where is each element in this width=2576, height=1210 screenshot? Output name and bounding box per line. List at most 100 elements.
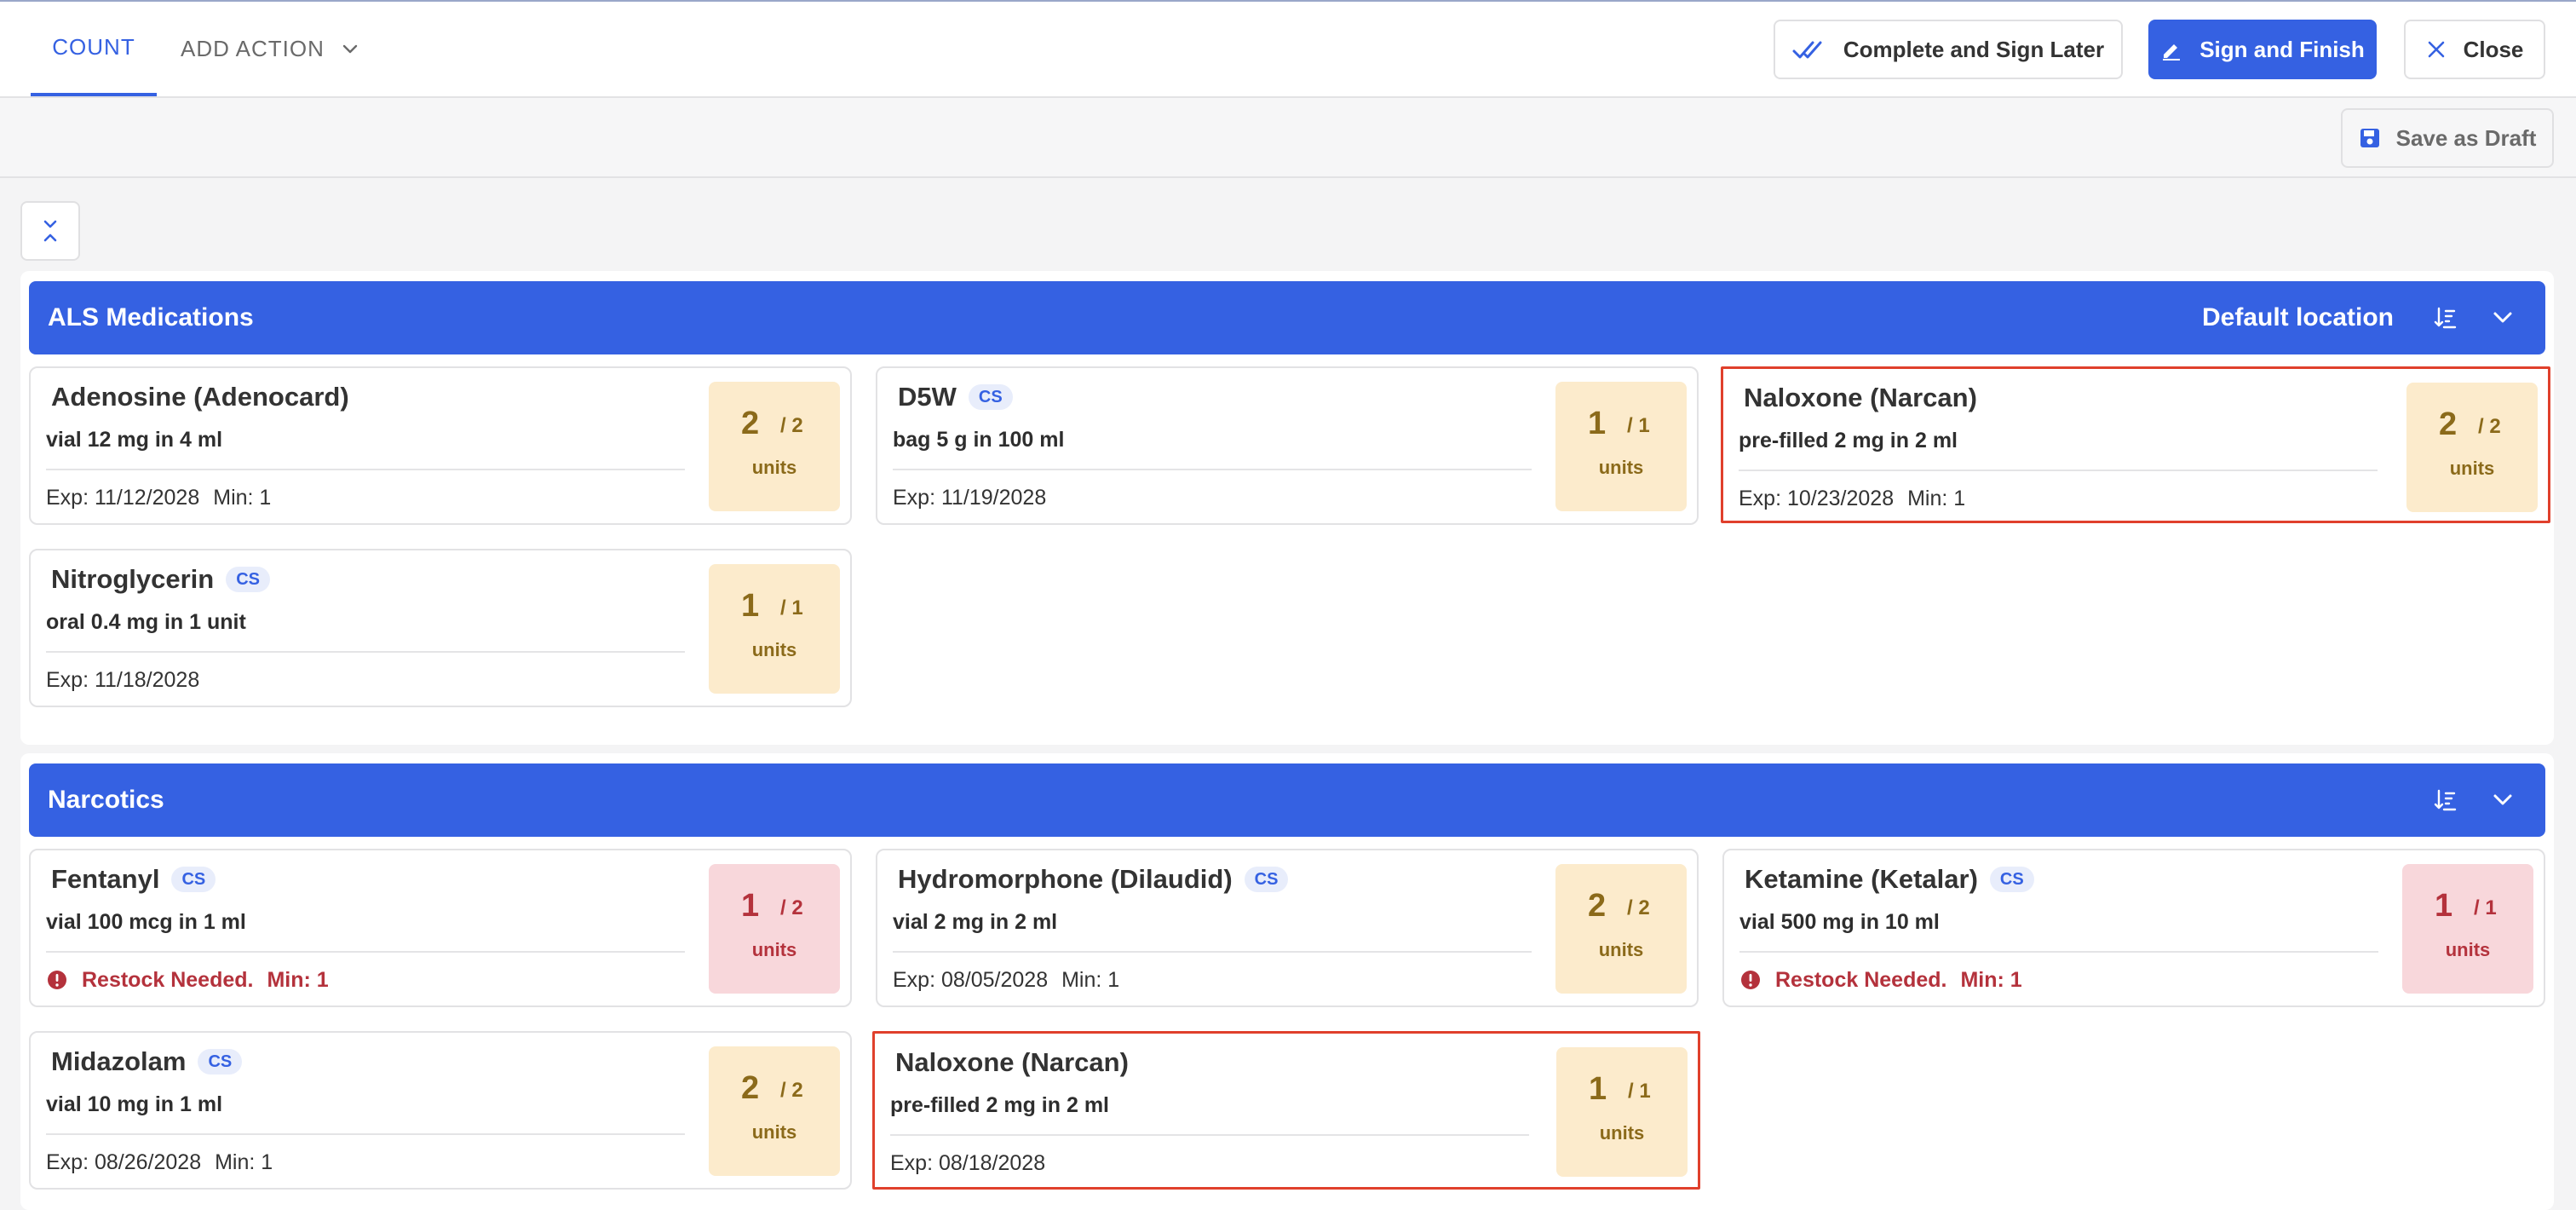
card-divider	[46, 651, 685, 653]
quantity-total: / 1	[1628, 1080, 1651, 1103]
expiration-date: Exp: 08/18/2028	[890, 1150, 1046, 1175]
quantity-total: / 1	[2474, 896, 2497, 919]
section-header-narcotics[interactable]: Narcotics	[29, 763, 2545, 837]
section-title: ALS Medications	[48, 303, 254, 331]
quantity-count: 2	[1588, 888, 1607, 924]
quantity-count: 1	[741, 888, 760, 924]
sort-icon[interactable]	[2431, 786, 2458, 814]
quantity-counter[interactable]: 2 / 2 units	[709, 1046, 840, 1176]
section-title: Narcotics	[48, 786, 164, 814]
quantity-total: / 1	[1627, 414, 1650, 437]
controlled-substance-badge: CS	[171, 867, 216, 892]
collapse-chevrons-icon	[43, 220, 57, 242]
section-location[interactable]: Default location	[2202, 281, 2394, 354]
medication-card[interactable]: Fentanyl CS vial 100 mcg in 1 ml Restock Ne…	[29, 849, 852, 1007]
quantity-count: 1	[1588, 406, 1607, 441]
quantity-unit: units	[751, 939, 797, 960]
medication-card[interactable]: Hydromorphone (Dilaudid) CS vial 2 mg in 2…	[876, 849, 1699, 1007]
controlled-substance-badge: CS	[226, 567, 271, 592]
card-divider	[1739, 951, 2378, 953]
min-quantity: Min: 1	[213, 485, 272, 510]
quantity-counter[interactable]: 1 / 2 units	[709, 864, 840, 994]
tab-count[interactable]: COUNT	[31, 2, 157, 96]
expiration-info: Exp: 11/12/2028 Min: 1	[46, 482, 271, 513]
expiration-info: Exp: 10/23/2028 Min: 1	[1739, 483, 1965, 514]
medication-description: pre-filled 2 mg in 2 ml	[890, 1093, 1109, 1117]
quantity-count: 2	[741, 1070, 760, 1106]
expiration-date: Exp: 08/05/2028	[893, 967, 1049, 992]
medication-name: Naloxone (Narcan)	[895, 1046, 1129, 1080]
quantity-total: / 2	[780, 1079, 803, 1102]
sign-and-finish-label: Sign and Finish	[2199, 36, 2365, 62]
quantity-unit: units	[2449, 458, 2495, 479]
quantity-counter[interactable]: 1 / 1 units	[2402, 864, 2533, 994]
expiration-info: Exp: 11/18/2028	[46, 665, 199, 695]
sort-icon[interactable]	[2431, 304, 2458, 331]
quantity-unit: units	[1598, 939, 1644, 960]
collapse-all-button[interactable]	[20, 201, 80, 261]
restock-text: Restock Needed.	[1775, 967, 1947, 992]
restock-warning: Restock Needed. Min: 1	[46, 965, 329, 995]
card-divider	[46, 951, 685, 953]
expiration-info: Exp: 08/26/2028 Min: 1	[46, 1147, 273, 1178]
quantity-total: / 2	[2478, 415, 2501, 438]
chevron-down-icon[interactable]	[2489, 786, 2516, 814]
tab-count-label: COUNT	[52, 34, 135, 60]
card-divider	[893, 469, 1532, 470]
chevron-down-icon[interactable]	[2489, 304, 2516, 331]
save-as-draft-button[interactable]: Save as Draft	[2341, 108, 2554, 168]
save-as-draft-label: Save as Draft	[2395, 124, 2537, 151]
medication-name-text: Ketamine (Ketalar)	[1745, 864, 1978, 894]
min-quantity: Min: 1	[267, 967, 329, 992]
quantity-counter[interactable]: 1 / 1 units	[709, 564, 840, 694]
sign-and-finish-button[interactable]: Sign and Finish	[2148, 20, 2377, 79]
medication-card[interactable]: Adenosine (Adenocard) vial 12 mg in 4 ml E…	[29, 366, 852, 525]
medication-description: oral 0.4 mg in 1 unit	[46, 610, 246, 634]
medication-description: vial 500 mg in 10 ml	[1739, 910, 1940, 934]
medication-card[interactable]: Naloxone (Narcan) pre-filled 2 mg in 2 ml…	[1721, 366, 2550, 523]
close-label: Close	[2463, 36, 2524, 62]
quantity-count: 1	[1589, 1071, 1607, 1107]
expiration-info: Exp: 11/19/2028	[893, 482, 1046, 513]
complete-and-sign-later-button[interactable]: Complete and Sign Later	[1774, 20, 2123, 79]
quantity-unit: units	[1599, 1122, 1645, 1144]
chevron-down-icon	[342, 44, 358, 53]
quantity-counter[interactable]: 2 / 2 units	[709, 382, 840, 511]
expiration-date: Exp: 10/23/2028	[1739, 486, 1895, 510]
medication-name-text: Hydromorphone (Dilaudid)	[898, 864, 1233, 894]
quantity-counter[interactable]: 1 / 1 units	[1555, 382, 1687, 511]
medication-card[interactable]: Nitroglycerin CS oral 0.4 mg in 1 unit Exp:…	[29, 549, 852, 707]
medication-description: vial 2 mg in 2 ml	[893, 910, 1058, 934]
top-toolbar: COUNT ADD ACTION Complete and Sign Later…	[0, 2, 2576, 98]
expiration-info: Exp: 08/05/2028 Min: 1	[893, 965, 1119, 995]
expiration-date: Exp: 11/19/2028	[893, 485, 1047, 510]
floppy-disk-icon	[2360, 129, 2379, 147]
card-divider	[1739, 470, 2378, 471]
min-quantity: Min: 1	[1907, 486, 1966, 510]
medication-card[interactable]: Midazolam CS vial 10 mg in 1 ml Exp: 08/26/…	[29, 1031, 852, 1190]
medication-card[interactable]: Ketamine (Ketalar) CS vial 500 mg in 10 ml…	[1722, 849, 2545, 1007]
quantity-total: / 2	[780, 414, 803, 437]
alert-circle-icon	[48, 971, 66, 989]
tab-add-action-label: ADD ACTION	[181, 36, 325, 61]
quantity-total: / 1	[780, 596, 803, 619]
card-divider	[46, 469, 685, 470]
medication-name-text: Naloxone (Narcan)	[1744, 383, 1977, 412]
medication-description: bag 5 g in 100 ml	[893, 428, 1065, 452]
section-header-als[interactable]: ALS Medications Default location	[29, 281, 2545, 354]
quantity-counter[interactable]: 2 / 2 units	[1555, 864, 1687, 994]
quantity-total: / 2	[780, 896, 803, 919]
medication-name: Nitroglycerin CS	[51, 562, 271, 596]
card-divider	[46, 1133, 685, 1135]
complete-and-sign-later-label: Complete and Sign Later	[1843, 36, 2105, 62]
close-button[interactable]: Close	[2404, 20, 2545, 79]
tab-add-action[interactable]: ADD ACTION	[181, 2, 360, 96]
medication-name: Ketamine (Ketalar) CS	[1745, 862, 2034, 896]
quantity-counter[interactable]: 1 / 1 units	[1556, 1047, 1688, 1177]
quantity-unit: units	[2445, 939, 2491, 960]
quantity-unit: units	[751, 1121, 797, 1143]
quantity-unit: units	[751, 639, 797, 660]
medication-card[interactable]: Naloxone (Narcan) pre-filled 2 mg in 2 ml…	[872, 1031, 1700, 1190]
medication-card[interactable]: D5W CS bag 5 g in 100 ml Exp: 11/19/2028 1 / …	[876, 366, 1699, 525]
quantity-counter[interactable]: 2 / 2 units	[2406, 383, 2538, 512]
